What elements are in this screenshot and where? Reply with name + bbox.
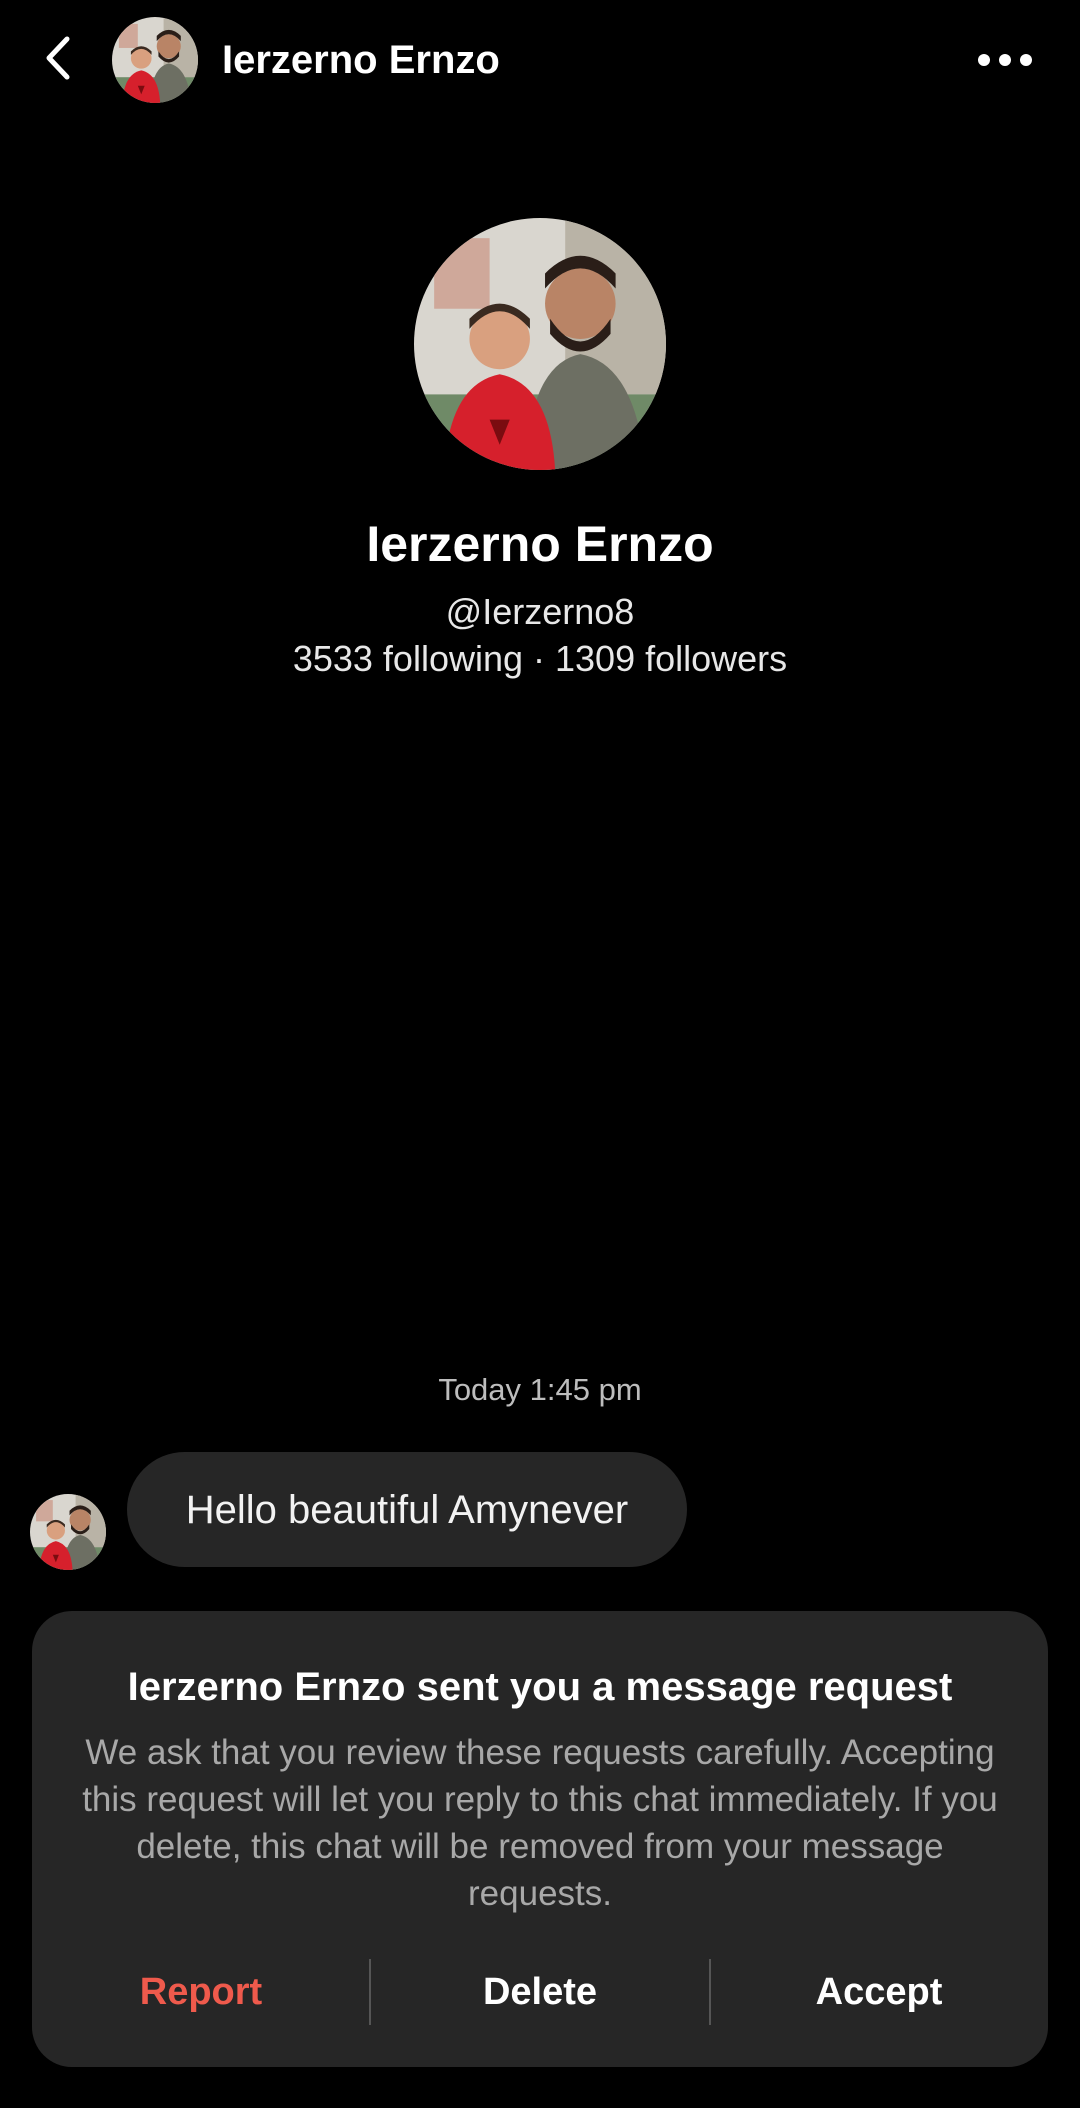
message-timestamp: Today 1:45 pm xyxy=(438,1372,642,1407)
message-request-card: Ierzerno Ernzo sent you a message reques… xyxy=(32,1611,1048,2067)
accept-button[interactable]: Accept xyxy=(710,1959,1048,2025)
report-button[interactable]: Report xyxy=(32,1959,370,2025)
back-button[interactable] xyxy=(28,28,88,88)
delete-button[interactable]: Delete xyxy=(371,1959,709,2025)
avatar-image xyxy=(112,17,198,103)
request-title: Ierzerno Ernzo sent you a message reques… xyxy=(127,1665,953,1709)
header-avatar[interactable] xyxy=(112,17,198,103)
avatar-image xyxy=(30,1494,106,1570)
more-options-button[interactable] xyxy=(970,40,1040,80)
profile-stats: 3533 following · 1309 followers xyxy=(292,638,788,679)
request-description: We ask that you review these requests ca… xyxy=(82,1733,998,1913)
header-title[interactable]: Ierzerno Ernzo xyxy=(222,36,500,84)
avatar-image xyxy=(414,218,666,470)
message-bubble[interactable]: Hello beautiful Amynever xyxy=(127,1452,687,1567)
profile-avatar[interactable] xyxy=(414,218,666,470)
chevron-left-icon xyxy=(46,36,70,80)
profile-handle: @Ierzerno8 xyxy=(445,591,635,632)
request-actions: Report Delete Accept xyxy=(32,1959,1048,2025)
more-horizontal-icon xyxy=(978,54,1032,66)
profile-name: Ierzerno Ernzo xyxy=(366,516,714,572)
chat-header: Ierzerno Ernzo xyxy=(0,0,1080,120)
sender-avatar[interactable] xyxy=(30,1494,106,1570)
